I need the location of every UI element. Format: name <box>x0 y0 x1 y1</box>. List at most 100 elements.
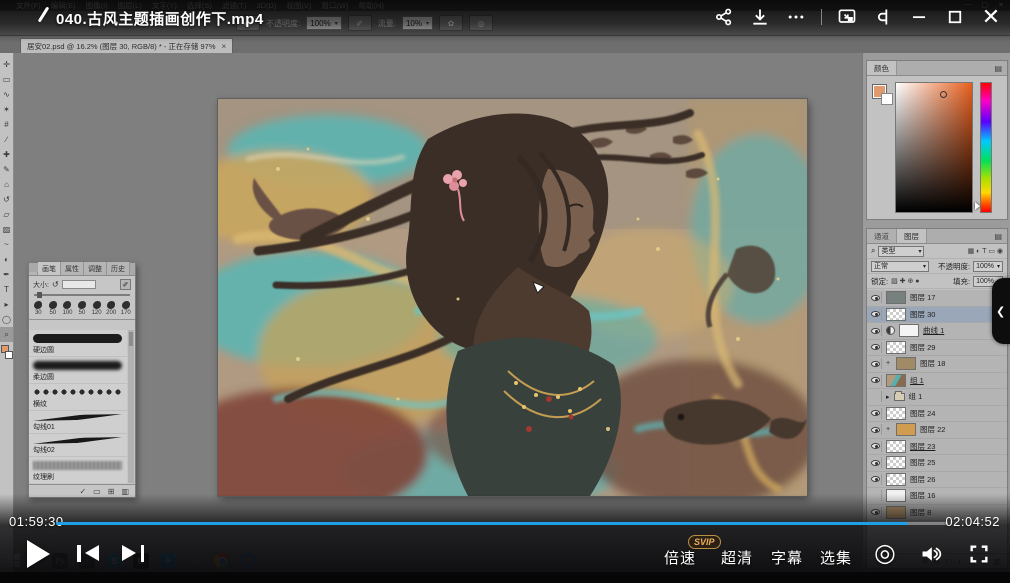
zoom-tool[interactable]: ⌕ <box>0 327 13 342</box>
tab-channels[interactable]: 通道 <box>867 229 897 243</box>
fullscreen-icon[interactable] <box>968 543 990 565</box>
shape-tool[interactable]: ◯ <box>0 312 13 327</box>
brush-list-item[interactable]: 勾线01 <box>29 411 127 434</box>
new-brush-icon[interactable]: ⊞ <box>108 487 115 496</box>
airbrush-icon[interactable]: ✿ <box>439 15 463 31</box>
share-icon[interactable] <box>713 6 735 28</box>
subtitles-button[interactable]: 字幕 <box>771 547 803 568</box>
layer-row[interactable]: 图层 24 <box>867 406 1007 423</box>
pen-tool[interactable]: ✒ <box>0 267 13 282</box>
tab-color[interactable]: 颜色 <box>867 61 897 75</box>
maximize-icon[interactable] <box>944 6 966 28</box>
blend-mode-dropdown[interactable]: 正常▾ <box>871 261 929 272</box>
layer-row[interactable]: 曲线 1 <box>867 323 1007 340</box>
brush-preset[interactable]: 30 <box>31 301 46 316</box>
smoothing-icon[interactable]: ◎ <box>469 15 493 31</box>
layer-row[interactable]: 组 1 <box>867 373 1007 390</box>
smudge-tool[interactable]: ~ <box>0 237 13 252</box>
layer-row[interactable]: +图层 22 <box>867 422 1007 439</box>
brush-panel-tab[interactable]: 历史 <box>107 262 130 275</box>
brush-list-item[interactable]: 硬边圆 <box>29 330 127 357</box>
clone-stamp-tool[interactable]: ⌂ <box>0 177 13 192</box>
eraser-tool[interactable]: ▱ <box>0 207 13 222</box>
color-field[interactable] <box>895 82 973 213</box>
layer-visibility-toggle[interactable] <box>870 457 882 468</box>
magic-wand-tool[interactable]: ✶ <box>0 102 13 117</box>
type-tool[interactable]: T <box>0 282 13 297</box>
minimize-icon[interactable] <box>908 6 930 28</box>
playlist-drawer-toggle[interactable]: ❮ <box>992 278 1010 344</box>
layer-visibility-toggle[interactable] <box>870 358 882 369</box>
toggle-icon[interactable]: ✓ <box>79 487 86 496</box>
ps-menu-item[interactable]: 文件(F) <box>16 0 41 11</box>
layer-row[interactable]: 图层 30 <box>867 307 1007 324</box>
brush-panel-tab[interactable]: 调整 <box>84 262 107 275</box>
ps-canvas[interactable] <box>218 99 807 496</box>
volume-icon[interactable] <box>920 543 942 565</box>
pen-pressure-opacity-icon[interactable]: ✐ <box>348 15 372 31</box>
more-icon[interactable] <box>785 6 807 28</box>
layer-row[interactable]: 图层 26 <box>867 472 1007 489</box>
layer-row[interactable]: 图层 29 <box>867 340 1007 357</box>
lock-icons[interactable]: ▨ ✚ ⊕ ● <box>891 277 919 285</box>
brush-list-scrollbar[interactable] <box>128 330 134 483</box>
brush-size-input[interactable] <box>62 280 96 289</box>
document-close-icon[interactable]: × <box>222 42 227 51</box>
speed-button[interactable]: 倍速 <box>664 547 696 568</box>
brush-list-item[interactable]: 纹理刷 <box>29 457 127 483</box>
path-select-tool[interactable]: ▸ <box>0 297 13 312</box>
brush-preset[interactable]: 170 <box>118 301 133 316</box>
ps-menu-item[interactable]: 帮助(H) <box>359 0 384 11</box>
brush-list-item[interactable]: 柔边圆 <box>29 357 127 384</box>
layer-opacity-dropdown[interactable]: 100%▾ <box>973 261 1003 272</box>
layer-visibility-toggle[interactable] <box>870 408 882 419</box>
opacity-dropdown[interactable]: 100%▾ <box>306 16 341 30</box>
episodes-button[interactable]: 选集 <box>820 547 852 568</box>
layer-visibility-toggle[interactable] <box>870 441 882 452</box>
background-swatch[interactable] <box>881 93 893 105</box>
group-collapse-icon[interactable]: ▸ <box>886 393 890 401</box>
filter-search-icon[interactable]: ⌕ <box>871 246 875 256</box>
layer-visibility-toggle[interactable] <box>870 309 882 320</box>
gradient-tool[interactable]: ▨ <box>0 222 13 237</box>
download-icon[interactable] <box>749 6 771 28</box>
layer-visibility-toggle[interactable] <box>870 342 882 353</box>
brush-preset[interactable]: 200 <box>104 301 119 316</box>
filter-type-dropdown[interactable]: 类型▾ <box>878 246 924 257</box>
brush-list-item[interactable]: 横纹 <box>29 384 127 411</box>
brush-panel-tab-stub[interactable] <box>29 272 38 275</box>
layer-visibility-toggle[interactable] <box>870 424 882 435</box>
brush-preset[interactable]: 50 <box>75 301 90 316</box>
layer-row[interactable]: 图层 23 <box>867 439 1007 456</box>
boss-key-icon[interactable] <box>872 6 894 28</box>
layer-row[interactable]: +图层 18 <box>867 356 1007 373</box>
tool-background-swatch[interactable] <box>5 351 13 359</box>
next-episode-button[interactable] <box>122 545 144 562</box>
layer-visibility-toggle[interactable] <box>870 292 882 303</box>
record-gif-icon[interactable]: ◎ <box>874 541 896 566</box>
layer-row[interactable]: 图层 16 <box>867 488 1007 505</box>
dodge-tool[interactable]: ◐ <box>0 252 13 267</box>
tab-layers[interactable]: 图层 <box>897 229 927 243</box>
brush-panel-tab[interactable]: 画笔 <box>38 262 61 275</box>
brush-preset[interactable]: 50 <box>46 301 61 316</box>
brush-panel-tab[interactable]: 属性 <box>61 262 84 275</box>
quality-button[interactable]: 超清 <box>721 547 753 568</box>
play-button[interactable] <box>27 540 50 568</box>
layer-visibility-toggle[interactable] <box>870 391 882 402</box>
folder-icon[interactable]: ▭ <box>93 487 101 496</box>
ps-menu-item[interactable]: 视图(V) <box>286 0 311 11</box>
layer-row[interactable]: ▸组 1 <box>867 389 1007 406</box>
healing-brush-tool[interactable]: ✚ <box>0 147 13 162</box>
panel-menu-icon[interactable]: ▤ <box>989 64 1007 75</box>
brush-list-item[interactable]: 勾线02 <box>29 434 127 457</box>
history-brush-tool[interactable]: ↺ <box>0 192 13 207</box>
previous-episode-button[interactable] <box>77 545 99 562</box>
move-tool[interactable]: ✛ <box>0 57 13 72</box>
mini-player-icon[interactable] <box>836 6 858 28</box>
document-tab[interactable]: 居安02.psd @ 16.2% (图层 30, RGB/8) * - 正在存储… <box>20 38 233 53</box>
crop-tool[interactable]: # <box>0 117 13 132</box>
layer-visibility-toggle[interactable] <box>870 490 882 501</box>
brush-size-slider[interactable] <box>34 294 130 296</box>
reset-icon[interactable]: ↺ <box>52 280 59 289</box>
